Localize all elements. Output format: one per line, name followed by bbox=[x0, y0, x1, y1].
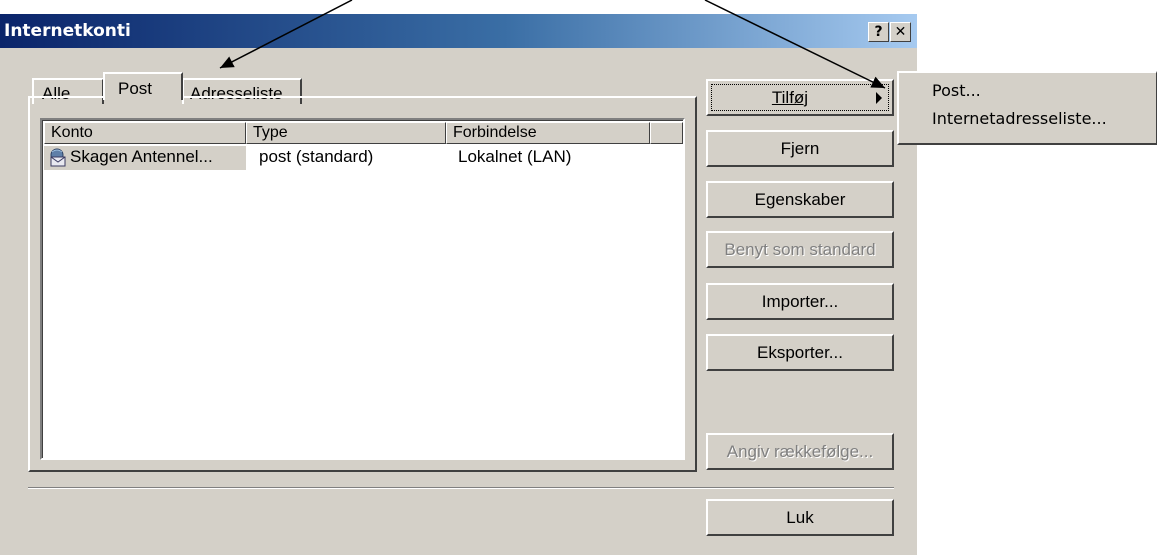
export-button[interactable]: Eksporter... bbox=[706, 334, 894, 371]
cell-type: post (standard) bbox=[259, 147, 374, 166]
add-button-label: Tilføj bbox=[771, 88, 809, 107]
help-button[interactable]: ? bbox=[868, 22, 889, 42]
table-row[interactable]: Skagen Antennel... post (standard) Lokal… bbox=[44, 146, 654, 170]
menu-item-internetadresseliste[interactable]: Internetadresseliste... bbox=[932, 109, 1107, 128]
column-header-type[interactable]: Type bbox=[246, 122, 446, 144]
separator bbox=[28, 487, 894, 489]
menu-item-post[interactable]: Post... bbox=[932, 81, 981, 100]
set-default-button[interactable]: Benyt som standard bbox=[706, 231, 894, 268]
mail-account-icon bbox=[47, 148, 67, 168]
submenu-arrow-icon bbox=[876, 92, 882, 104]
column-header-konto[interactable]: Konto bbox=[44, 122, 246, 144]
remove-button[interactable]: Fjern bbox=[706, 130, 894, 167]
column-header-forbindelse[interactable]: Forbindelse bbox=[446, 122, 650, 144]
cell-forbindelse: Lokalnet (LAN) bbox=[458, 147, 572, 166]
column-header-empty[interactable] bbox=[650, 122, 683, 144]
accounts-list[interactable]: Konto Type Forbindelse Skagen Antennel..… bbox=[40, 118, 685, 460]
tab-post[interactable]: Post bbox=[103, 72, 183, 100]
add-submenu: Post... Internetadresseliste... bbox=[897, 71, 1157, 145]
close-button[interactable]: ✕ bbox=[890, 22, 911, 42]
import-button[interactable]: Importer... bbox=[706, 283, 894, 320]
window-title: Internetkonti bbox=[4, 21, 131, 41]
set-order-button[interactable]: Angiv rækkefølge... bbox=[706, 433, 894, 470]
close-dialog-button[interactable]: Luk bbox=[706, 499, 894, 536]
cell-konto: Skagen Antennel... bbox=[70, 147, 213, 166]
add-button[interactable]: Tilføj bbox=[706, 79, 894, 116]
properties-button[interactable]: Egenskaber bbox=[706, 181, 894, 218]
title-bar[interactable]: Internetkonti ? ✕ bbox=[0, 14, 917, 48]
